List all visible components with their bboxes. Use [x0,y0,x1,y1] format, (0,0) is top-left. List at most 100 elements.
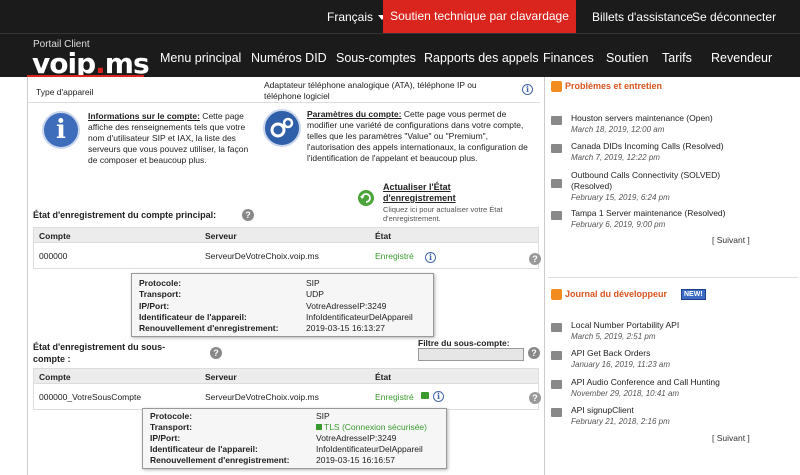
refresh-description: Cliquez ici pour actualiser votre État d… [383,205,503,223]
devlog-next-link[interactable]: [ Suivant ] [712,433,750,443]
tooltip-transport-label: Transport: [150,422,193,432]
rss-icon[interactable] [551,81,562,92]
device-type-label: Type d'appareil [36,87,94,97]
problems-title: Problèmes et entretien [565,81,663,91]
column-state: État [375,231,392,241]
table-row: 000000 ServeurDeVotreChoix.voip.ms Enreg… [33,243,539,269]
news-title[interactable]: API Get Back Orders [571,348,650,359]
column-account: Compte [39,372,71,382]
tooltip-device-id-label: Identificateur de l'appareil: [150,444,258,454]
tooltip-transport-label: Transport: [139,289,182,299]
subaccount-table-header: Compte Serveur État [33,368,539,384]
nav-support[interactable]: Soutien [606,51,648,65]
new-badge: NEW! [681,289,706,300]
arrow-right-icon [551,211,562,220]
tooltip-renewal-value: 2019-03-15 16:16:57 [316,455,395,465]
news-title[interactable]: API Audio Conference and Call Hunting [571,377,720,388]
news-title[interactable]: Houston servers maintenance (Open) [571,113,713,124]
tooltip-renewal-value: 2019-03-15 16:13:27 [306,323,385,333]
arrow-right-icon [551,351,562,360]
nav-rates[interactable]: Tarifs [662,51,692,65]
nav-main-menu[interactable]: Menu principal [160,51,241,65]
row-help-icon[interactable]: ? [529,392,541,404]
column-server: Serveur [205,372,237,382]
news-date: January 16, 2019, 11:23 am [571,360,671,369]
news-date: February 15, 2019, 6:24 pm [571,193,670,202]
registration-details-icon[interactable]: i [433,391,444,402]
language-selector[interactable]: Français [327,10,387,24]
news-title-cont[interactable]: (Resolved) [571,181,612,192]
row-server: ServeurDeVotreChoix.voip.ms [205,251,319,261]
sidebar-divider [548,277,798,278]
news-title[interactable]: Outbound Calls Connectivity (SOLVED) [571,170,720,181]
news-title[interactable]: Local Number Portability API [571,320,679,331]
tooltip-transport-value: UDP [306,289,324,299]
lock-icon [316,424,322,430]
tooltip-renewal-label: Renouvellement d'enregistrement: [139,323,279,333]
gear-glyph [270,117,294,138]
gear-icon [263,109,301,147]
tooltip-ip-value: VotreAdresseIP:3249 [316,433,397,443]
tooltip-ip-label: IP/Port: [150,433,181,443]
news-date: February 21, 2018, 2:16 pm [571,417,670,426]
subaccount-registration-title: État d'enregistrement du sous-compte : [33,342,166,364]
chat-support-button[interactable]: Soutien technique par clavardage [383,0,576,33]
info-icon[interactable]: i [522,84,533,95]
logout-link[interactable]: Se déconnecter [692,10,776,24]
account-info-link[interactable]: Informations sur le compte: [88,111,200,121]
problems-next-link[interactable]: [ Suivant ] [712,235,750,245]
main-registration-title: État d'enregistrement du compte principa… [33,210,217,220]
arrow-right-icon [551,144,562,153]
help-icon[interactable]: ? [210,347,222,359]
arrow-right-icon [551,179,562,188]
device-type-value: Adaptateur téléphone analogique (ATA), t… [264,80,477,101]
news-date: March 18, 2019, 12:00 am [571,125,665,134]
main-nav: Portail Client voip.ms Menu principal Nu… [0,33,800,80]
refresh-glyph [360,193,371,203]
rss-icon[interactable] [551,289,562,300]
tooltip-transport-text: TLS (Connexion sécurisée) [324,422,427,432]
account-settings-blurb: Paramètres du compte: Cette page vous pe… [307,109,532,164]
nav-did-numbers[interactable]: Numéros DID [251,51,327,65]
account-settings-link[interactable]: Paramètres du compte: [307,109,401,119]
account-info-icon: i [42,111,80,149]
help-icon[interactable]: ? [242,209,254,221]
news-title[interactable]: API signupClient [571,405,634,416]
tooltip-device-id-value: InfoIdentificateurDelAppareil [306,312,413,322]
nav-reseller[interactable]: Revendeur [711,51,772,65]
row-server: ServeurDeVotreChoix.voip.ms [205,392,319,402]
refresh-icon[interactable] [358,190,374,206]
subaccount-filter-label: Filtre du sous-compte: [418,338,510,348]
support-tickets-link[interactable]: Billets d'assistance [592,10,693,24]
registration-details-icon[interactable]: i [425,252,436,263]
column-server: Serveur [205,231,237,241]
refresh-registration-link[interactable]: Actualiser l'État d'enregistrement [383,182,483,204]
tooltip-device-id-label: Identificateur de l'appareil: [139,312,247,322]
news-date: March 7, 2019, 12:22 pm [571,153,660,162]
main-registration-table-header: Compte Serveur État [33,227,539,243]
arrow-right-icon [551,408,562,417]
table-row: 000000_VotreSousCompte ServeurDeVotreCho… [33,384,539,410]
nav-call-reports[interactable]: Rapports des appels [424,51,539,65]
news-title[interactable]: Canada DIDs Incoming Calls (Resolved) [571,141,724,152]
nav-finances[interactable]: Finances [543,51,594,65]
tooltip-protocol-value: SIP [316,411,330,421]
tooltip-renewal-label: Renouvellement d'enregistrement: [150,455,290,465]
row-account: 000000_VotreSousCompte [39,392,142,402]
news-date: February 6, 2019, 9:00 pm [571,220,666,229]
devlog-title: Journal du développeur [565,289,668,299]
main-registration-tooltip: Protocole: SIP Transport: UDP IP/Port: V… [131,273,434,337]
nav-subaccounts[interactable]: Sous-comptes [336,51,416,65]
tooltip-protocol-value: SIP [306,278,320,288]
language-label: Français [327,10,374,24]
subaccount-filter-input[interactable] [418,348,524,361]
top-bar: Français Soutien technique par clavardag… [0,0,800,33]
news-title[interactable]: Tampa 1 Server maintenance (Resolved) [571,208,726,219]
filter-help-icon[interactable]: ? [528,347,540,359]
tooltip-protocol-label: Protocole: [139,278,182,288]
subaccount-registration-tooltip: Protocole: SIP Transport: TLS (Connexion… [142,408,447,469]
row-help-icon[interactable]: ? [529,253,541,265]
column-state: État [375,372,392,382]
device-type-row: Type d'appareil Adaptateur téléphone ana… [28,79,540,103]
tooltip-ip-value: VotreAdresseIP:3249 [306,301,387,311]
